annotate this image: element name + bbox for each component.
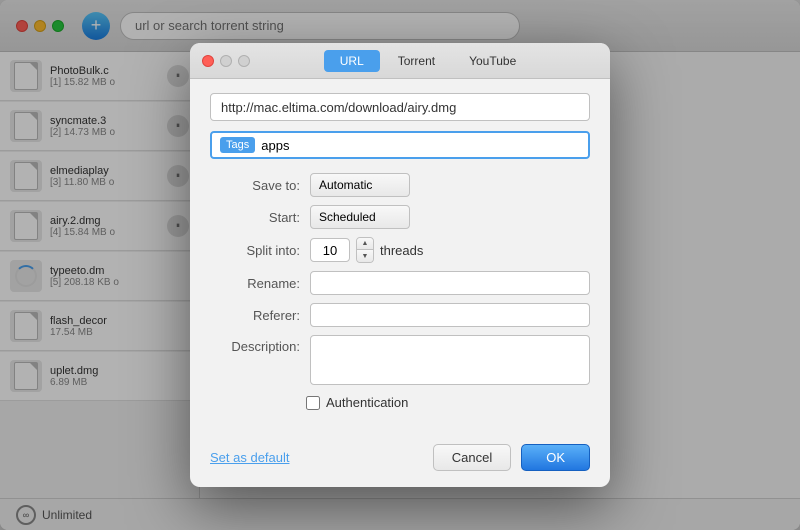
- description-label: Description:: [210, 339, 300, 354]
- start-select[interactable]: Scheduled Immediately Manually: [310, 205, 410, 229]
- tab-url[interactable]: URL: [324, 50, 380, 72]
- save-to-label: Save to:: [210, 178, 300, 193]
- description-row: Description:: [210, 335, 590, 385]
- url-input[interactable]: [210, 93, 590, 121]
- save-to-select[interactable]: Automatic Downloads Desktop: [310, 173, 410, 197]
- start-label: Start:: [210, 210, 300, 225]
- footer-buttons: Cancel OK: [433, 444, 590, 471]
- referer-input[interactable]: [310, 303, 590, 327]
- split-label: Split into:: [210, 243, 300, 258]
- save-to-select-wrapper: Automatic Downloads Desktop: [310, 173, 410, 197]
- description-input[interactable]: [310, 335, 590, 385]
- url-input-row: [210, 93, 590, 121]
- cancel-button[interactable]: Cancel: [433, 444, 511, 471]
- dialog-body: Tags Save to: Automatic Downloads Deskto…: [190, 79, 610, 444]
- dialog-maximize-button[interactable]: [238, 55, 250, 67]
- rename-input[interactable]: [310, 271, 590, 295]
- add-download-dialog: URL Torrent YouTube Tags Save to: Au: [190, 43, 610, 487]
- referer-row: Referer:: [210, 303, 590, 327]
- stepper-down-button[interactable]: ▼: [357, 250, 373, 262]
- start-row: Start: Scheduled Immediately Manually: [210, 205, 590, 229]
- tab-youtube[interactable]: YouTube: [453, 50, 532, 72]
- stepper-buttons: ▲ ▼: [356, 237, 374, 263]
- split-into-row: Split into: ▲ ▼ threads: [210, 237, 590, 263]
- rename-label: Rename:: [210, 276, 300, 291]
- set-as-default-link[interactable]: Set as default: [210, 450, 290, 465]
- authentication-checkbox[interactable]: [306, 396, 320, 410]
- tags-badge: Tags: [220, 137, 255, 153]
- start-select-wrapper: Scheduled Immediately Manually: [310, 205, 410, 229]
- stepper-container: ▲ ▼ threads: [310, 237, 423, 263]
- rename-row: Rename:: [210, 271, 590, 295]
- ok-button[interactable]: OK: [521, 444, 590, 471]
- threads-label: threads: [380, 243, 423, 258]
- authentication-label: Authentication: [326, 395, 408, 410]
- dialog-traffic-lights: [202, 55, 250, 67]
- tags-input-row[interactable]: Tags: [210, 131, 590, 159]
- dialog-overlay: URL Torrent YouTube Tags Save to: Au: [0, 0, 800, 530]
- dialog-titlebar: URL Torrent YouTube: [190, 43, 610, 79]
- dialog-tabs: URL Torrent YouTube: [324, 50, 533, 72]
- referer-label: Referer:: [210, 308, 300, 323]
- dialog-close-button[interactable]: [202, 55, 214, 67]
- tags-input[interactable]: [261, 138, 580, 153]
- save-to-row: Save to: Automatic Downloads Desktop: [210, 173, 590, 197]
- stepper-up-button[interactable]: ▲: [357, 238, 373, 250]
- dialog-minimize-button[interactable]: [220, 55, 232, 67]
- tab-torrent[interactable]: Torrent: [382, 50, 451, 72]
- split-value-input[interactable]: [310, 238, 350, 262]
- dialog-footer: Set as default Cancel OK: [190, 444, 610, 487]
- authentication-row: Authentication: [210, 395, 590, 410]
